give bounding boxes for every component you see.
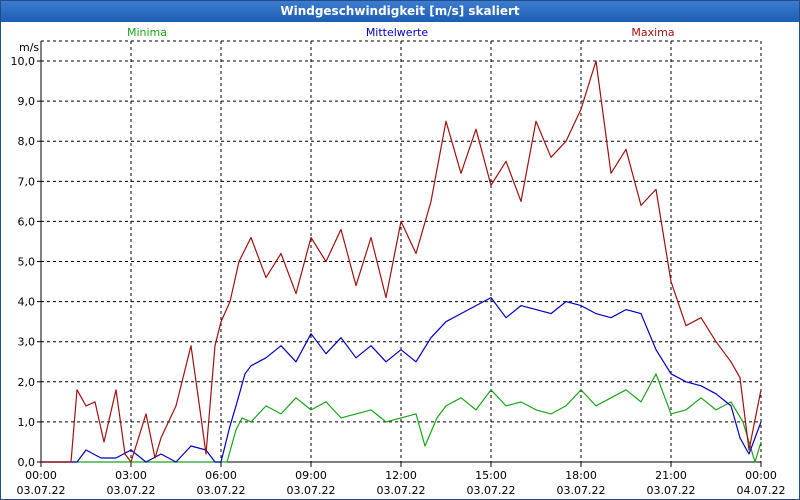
- y-tick-label: 0,0: [18, 456, 36, 469]
- x-tick-time: 00:00: [745, 469, 777, 482]
- y-tick-label: 5,0: [18, 256, 36, 269]
- x-tick-time: 00:00: [25, 469, 57, 482]
- x-tick-date: 03.07.22: [17, 484, 66, 497]
- x-tick-date: 03.07.22: [287, 484, 336, 497]
- y-tick-label: 10,0: [11, 55, 36, 68]
- x-tick-time: 18:00: [565, 469, 597, 482]
- x-tick-date: 03.07.22: [557, 484, 606, 497]
- x-tick-time: 06:00: [205, 469, 237, 482]
- x-tick-date: 04.07.22: [737, 484, 786, 497]
- x-tick-date: 03.07.22: [197, 484, 246, 497]
- y-tick-label: 7,0: [18, 175, 36, 188]
- x-tick-date: 03.07.22: [377, 484, 426, 497]
- x-tick-time: 21:00: [655, 469, 687, 482]
- x-tick-date: 03.07.22: [107, 484, 156, 497]
- y-tick-label: 2,0: [18, 376, 36, 389]
- x-tick-date: 03.07.22: [467, 484, 516, 497]
- legend-maxima: Maxima: [631, 26, 674, 39]
- chart-window: Windgeschwindigkeit [m/s] skaliert Minim…: [0, 0, 800, 500]
- x-tick-date: 03.07.22: [647, 484, 696, 497]
- x-tick-time: 03:00: [115, 469, 147, 482]
- window-title: Windgeschwindigkeit [m/s] skaliert: [1, 1, 799, 22]
- y-tick-label: 1,0: [18, 416, 36, 429]
- y-tick-label: 6,0: [18, 215, 36, 228]
- y-tick-label: 3,0: [18, 336, 36, 349]
- series-line-minima: [41, 373, 762, 463]
- y-tick-label: 9,0: [18, 95, 36, 108]
- legend-mittelwerte: Mittelwerte: [366, 26, 429, 39]
- y-tick-label: 4,0: [18, 296, 36, 309]
- legend-minima: Minima: [127, 26, 167, 39]
- y-tick-label: 8,0: [18, 135, 36, 148]
- y-axis-unit: m/s: [19, 41, 39, 54]
- x-tick-time: 15:00: [475, 469, 507, 482]
- x-tick-time: 12:00: [385, 469, 417, 482]
- chart-plot: Minima Mittelwerte Maxima m/s 0,0 1,0 2,0 3…: [11, 26, 786, 497]
- legend: Minima Mittelwerte Maxima: [127, 26, 675, 39]
- x-tick-time: 09:00: [295, 469, 327, 482]
- grid: [41, 40, 762, 463]
